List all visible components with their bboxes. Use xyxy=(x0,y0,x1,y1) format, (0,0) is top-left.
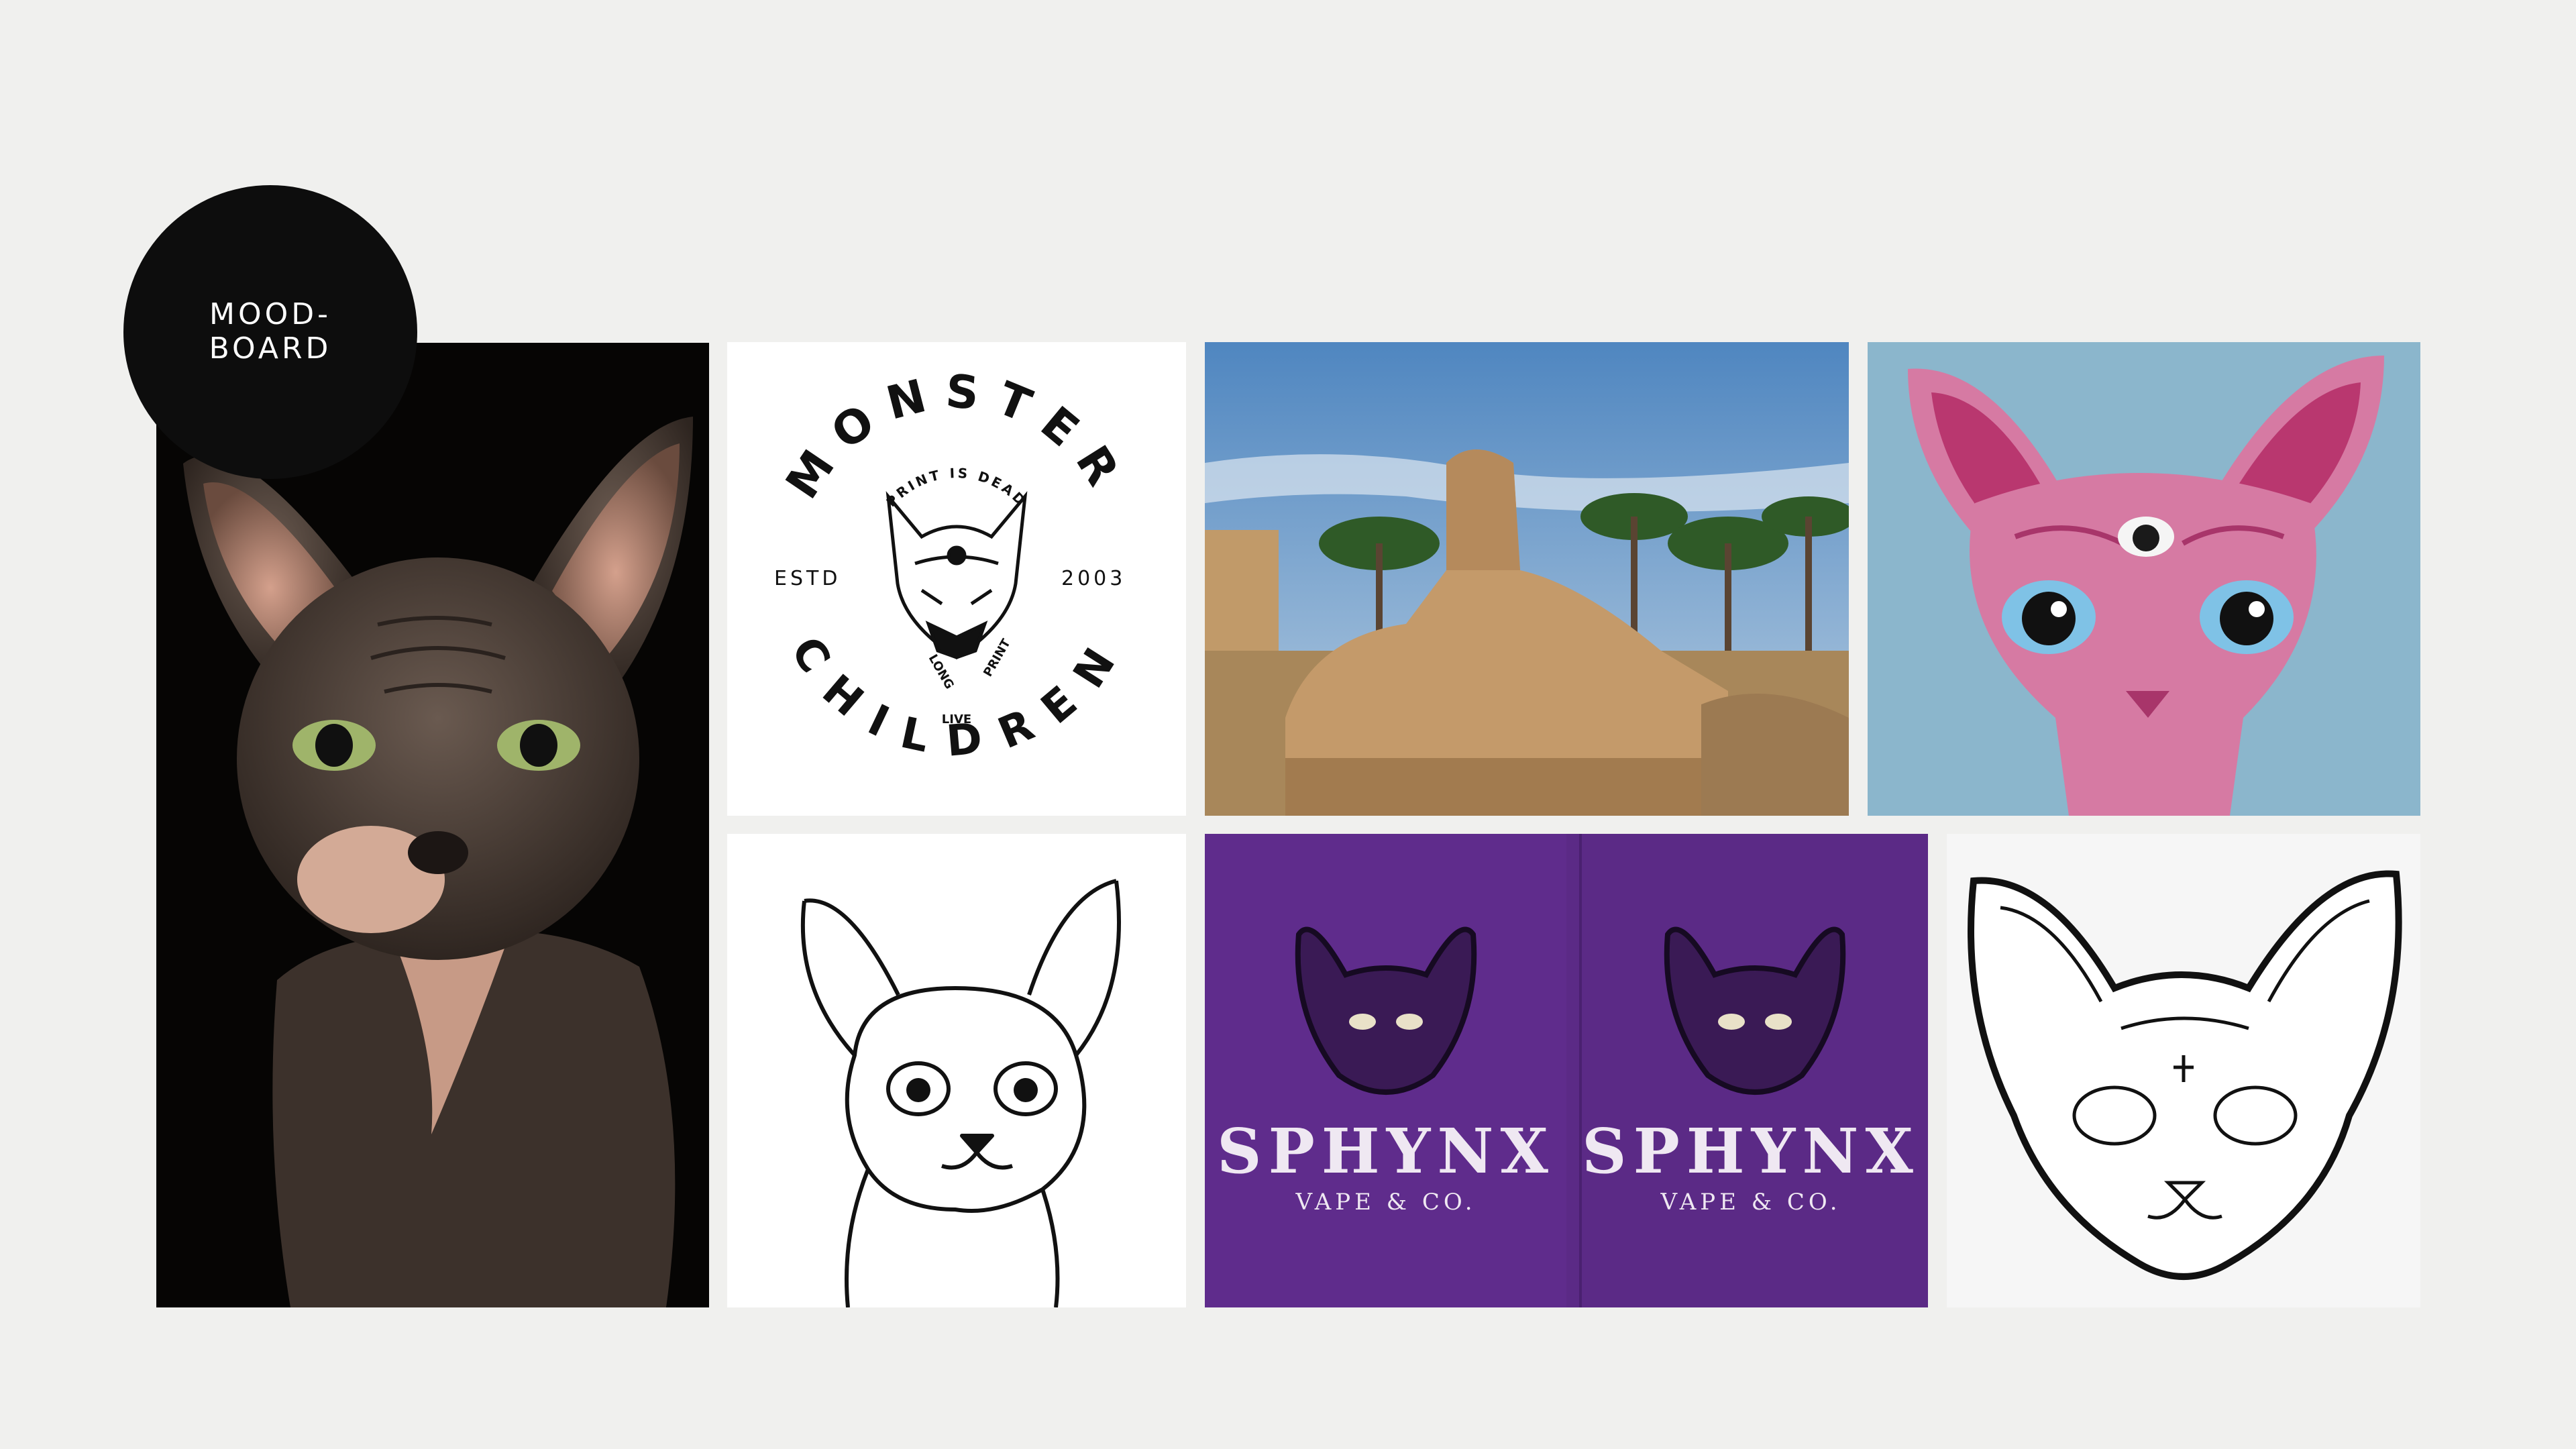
sphynx-vape-posters: SPHYNX VAPE & CO. SPHYNX VAPE & CO. xyxy=(1205,834,1928,1307)
logo-year: 2003 xyxy=(1061,567,1126,590)
logo-left-slogan: LONG xyxy=(926,652,957,692)
logo-top-word: MONSTER xyxy=(776,365,1122,508)
svg-text:PRINT IS DEAD: PRINT IS DEAD xyxy=(883,465,1030,510)
sphynx-sticker-illustration xyxy=(1947,834,2420,1307)
logo-right-slogan: PRINT xyxy=(981,636,1014,679)
monster-children-logo: MONSTER CHILDREN PRINT IS DEAD ESTD 2003… xyxy=(727,342,1186,816)
logo-arc-text: PRINT IS DEAD xyxy=(883,465,1027,510)
poster-left-tagline: VAPE & CO. xyxy=(1295,1189,1476,1216)
logo-bottom-slogan: LIVE xyxy=(942,712,971,727)
badge-line-2: BOARD xyxy=(209,331,332,366)
sphynx-cat-photo xyxy=(156,343,709,1307)
logo-estd: ESTD xyxy=(774,567,841,590)
badge-line-1: MOOD- xyxy=(209,297,331,332)
poster-left-brand: SPHYNX xyxy=(1217,1115,1555,1187)
poster-right-brand: SPHYNX xyxy=(1582,1115,1920,1187)
poster-right-tagline: VAPE & CO. xyxy=(1660,1189,1841,1216)
sphinx-statue-photo xyxy=(1205,342,1849,816)
moodboard-badge: MOOD- BOARD xyxy=(123,185,417,479)
sphynx-sketch-illustration xyxy=(727,834,1186,1307)
svg-text:MONSTER: MONSTER xyxy=(776,365,1138,508)
pink-three-eyed-cat-illustration xyxy=(1868,342,2420,816)
wolf-head-icon xyxy=(885,491,1028,659)
